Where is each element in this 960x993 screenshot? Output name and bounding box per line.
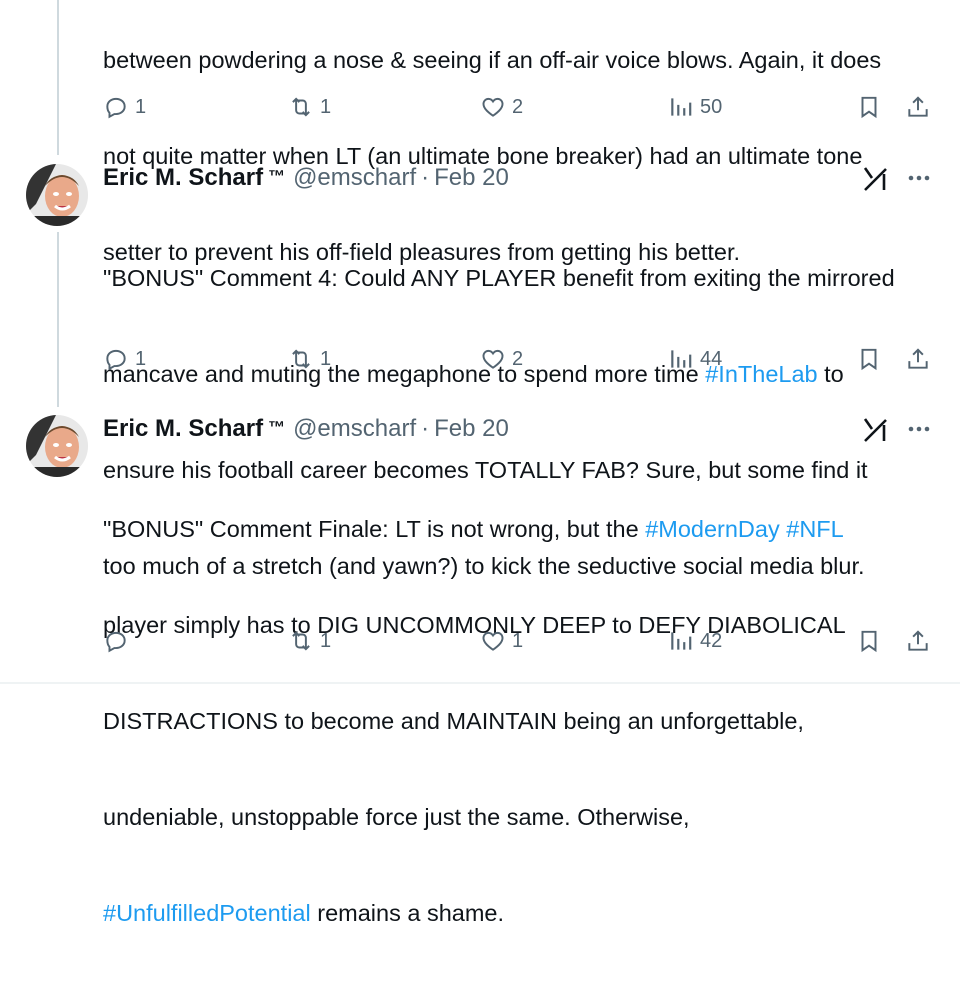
- separator: ·: [421, 164, 430, 191]
- repost-icon: [292, 631, 310, 651]
- timestamp[interactable]: Feb 20: [434, 164, 509, 192]
- hashtag-link[interactable]: #UnfulfilledPotential: [103, 900, 311, 926]
- bookmark-button[interactable]: [856, 94, 882, 120]
- views-button[interactable]: 50: [668, 94, 722, 120]
- reply-button[interactable]: [103, 628, 129, 654]
- hashtag-link[interactable]: #NFL: [786, 516, 843, 542]
- views-count: 42: [700, 629, 723, 652]
- tweet-text: "BONUS" Comment Finale: LT is not wrong,…: [103, 516, 846, 926]
- grok-icon[interactable]: [862, 166, 890, 192]
- more-icon[interactable]: [906, 168, 932, 188]
- heart-icon: [482, 349, 504, 369]
- display-name[interactable]: Eric M. Scharf: [103, 415, 263, 443]
- like-button[interactable]: 2: [480, 94, 523, 120]
- like-count: 2: [512, 347, 524, 370]
- avatar-photo: [26, 415, 88, 477]
- repost-count: 1: [320, 629, 332, 652]
- bookmark-button[interactable]: [856, 346, 882, 372]
- tweet-header: Eric M. Scharf ™ @emscharf · Feb 20: [103, 164, 509, 194]
- avatar[interactable]: [26, 415, 88, 477]
- reply-icon: [106, 631, 126, 653]
- heart-icon: [482, 97, 504, 117]
- timestamp[interactable]: Feb 20: [434, 415, 509, 443]
- like-button[interactable]: 2: [480, 346, 523, 372]
- views-icon: [671, 632, 692, 650]
- repost-icon: [292, 97, 310, 117]
- avatar-photo: [26, 164, 88, 226]
- bookmark-icon: [861, 630, 877, 653]
- reply-icon: [106, 97, 126, 119]
- share-icon: [908, 630, 928, 651]
- share-button[interactable]: [905, 94, 931, 120]
- bookmark-icon: [861, 96, 877, 119]
- share-button[interactable]: [905, 346, 931, 372]
- more-icon[interactable]: [906, 419, 932, 439]
- bookmark-button[interactable]: [856, 628, 882, 654]
- repost-count: 1: [320, 95, 332, 118]
- like-count: 1: [512, 629, 524, 652]
- reply-count: 1: [135, 347, 147, 370]
- handle[interactable]: @emscharf: [293, 164, 416, 192]
- heart-icon: [482, 631, 504, 651]
- reply-button[interactable]: 1: [103, 346, 146, 372]
- views-button[interactable]: 44: [668, 346, 722, 372]
- reply-button[interactable]: 1: [103, 94, 146, 120]
- repost-button[interactable]: 1: [288, 94, 331, 120]
- tweet[interactable]: Eric M. Scharf ™ @emscharf · Feb 20 "BON…: [0, 164, 960, 579]
- like-count: 2: [512, 95, 524, 118]
- repost-button[interactable]: 1: [288, 346, 331, 372]
- views-icon: [671, 98, 692, 116]
- trademark-mark: ™: [268, 418, 286, 437]
- tweet[interactable]: Eric M. Scharf ™ @emscharf · Feb 20 "BON…: [0, 415, 960, 926]
- views-count: 50: [700, 95, 723, 118]
- share-icon: [908, 348, 928, 369]
- hashtag-link[interactable]: #ModernDay: [645, 516, 780, 542]
- tweet-actions: 1 1 2 44: [0, 346, 960, 378]
- tweet-actions: 1 1 2 50: [0, 94, 960, 126]
- share-button[interactable]: [905, 628, 931, 654]
- separator: ·: [421, 415, 430, 442]
- repost-icon: [292, 349, 310, 369]
- tweet-actions: 1 1 42: [0, 628, 960, 660]
- grok-icon[interactable]: [862, 417, 890, 443]
- share-icon: [908, 96, 928, 117]
- display-name[interactable]: Eric M. Scharf: [103, 164, 263, 192]
- reply-icon: [106, 349, 126, 371]
- repost-button[interactable]: 1: [288, 628, 331, 654]
- views-count: 44: [700, 347, 723, 370]
- tweet-header: Eric M. Scharf ™ @emscharf · Feb 20: [103, 415, 509, 445]
- repost-count: 1: [320, 347, 332, 370]
- tweet[interactable]: between powdering a nose & seeing if an …: [0, 0, 960, 265]
- views-button[interactable]: 42: [668, 628, 722, 654]
- reply-count: 1: [135, 95, 147, 118]
- avatar[interactable]: [26, 164, 88, 226]
- trademark-mark: ™: [268, 167, 286, 186]
- like-button[interactable]: 1: [480, 628, 523, 654]
- views-icon: [671, 350, 692, 368]
- handle[interactable]: @emscharf: [293, 415, 416, 443]
- bookmark-icon: [861, 348, 877, 371]
